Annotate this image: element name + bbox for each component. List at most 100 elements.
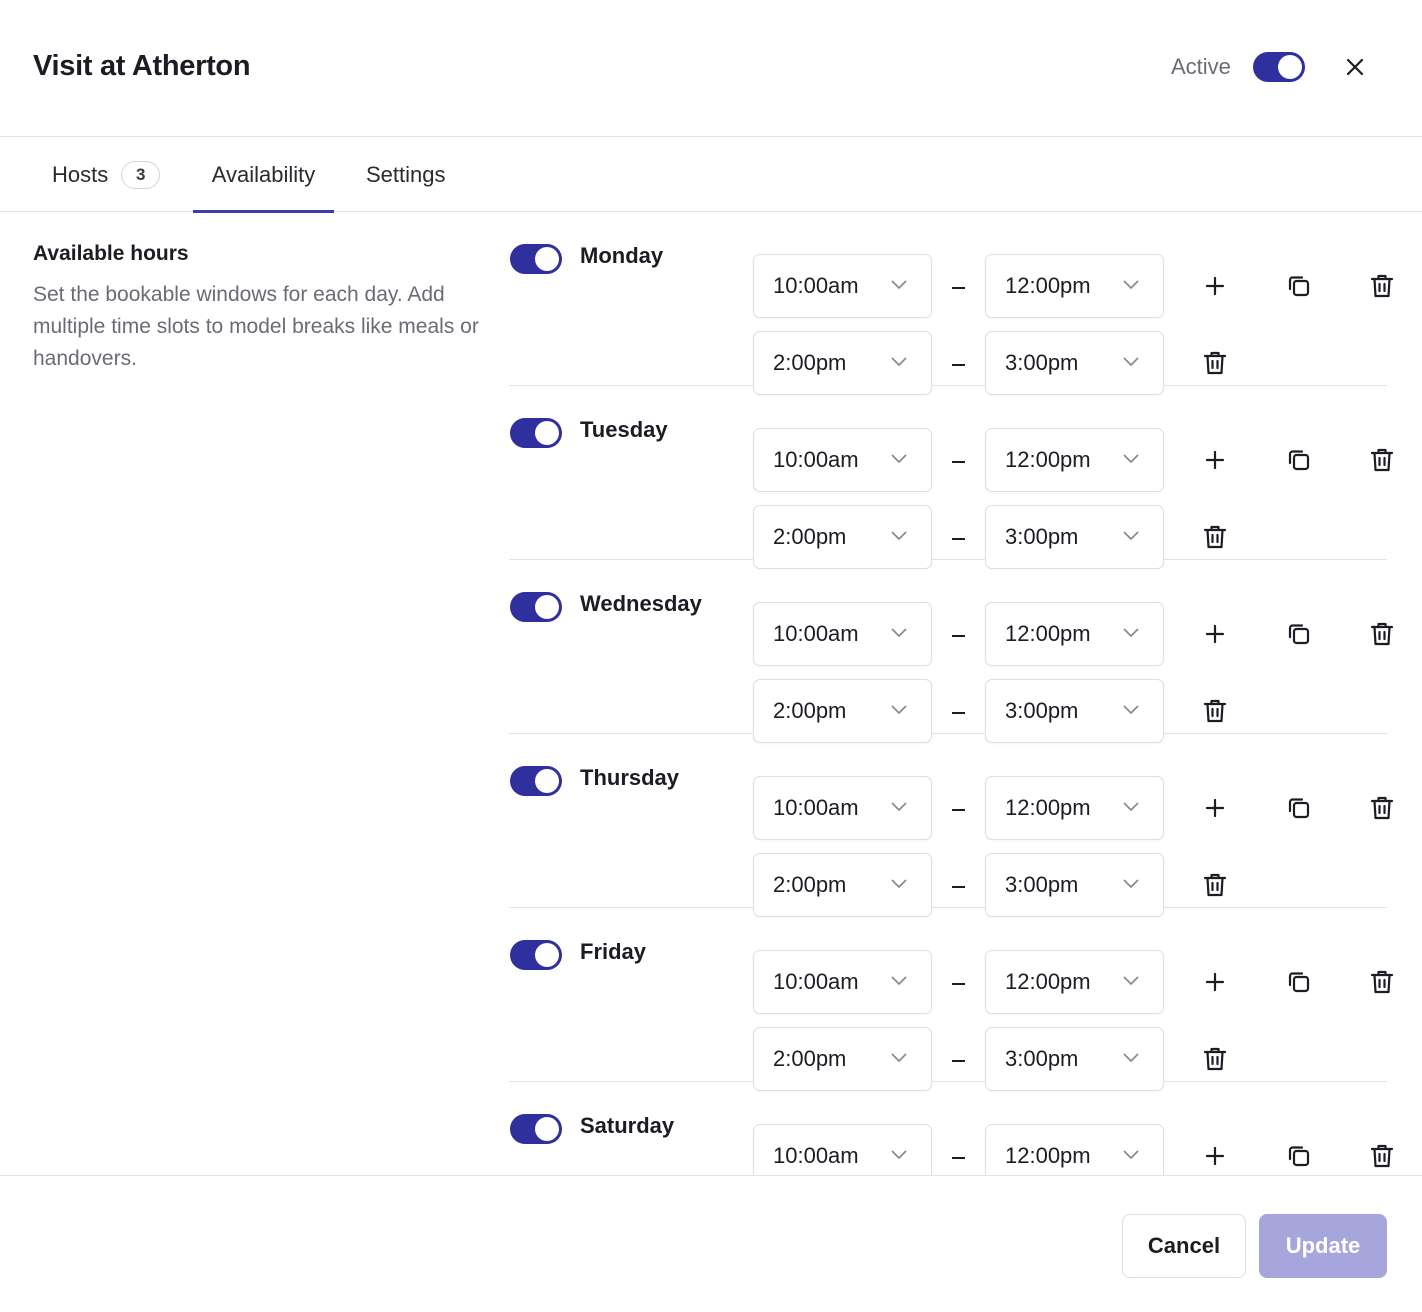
copy-day-button[interactable] — [1282, 965, 1316, 999]
start-time-value: 2:00pm — [773, 698, 847, 723]
day-toggle[interactable] — [510, 244, 562, 274]
close-icon — [1346, 58, 1364, 76]
chevron-down-icon — [1123, 976, 1139, 985]
day-name: Saturday — [580, 1113, 675, 1138]
day-name: Wednesday — [580, 591, 702, 616]
active-toggle[interactable] — [1253, 52, 1305, 82]
day-toggle[interactable] — [510, 940, 562, 970]
copy-day-button[interactable] — [1282, 791, 1316, 825]
day-toggle[interactable] — [510, 766, 562, 796]
start-time-select[interactable]: 10:00am — [753, 602, 932, 666]
end-time-select[interactable]: 12:00pm — [985, 776, 1164, 840]
modal-footer: Cancel Update — [0, 1175, 1422, 1312]
day-toggle[interactable] — [510, 418, 562, 448]
chevron-down-icon — [891, 280, 907, 289]
add-slot-button[interactable] — [1198, 443, 1232, 477]
toggle-knob — [535, 421, 559, 445]
tab-hosts[interactable]: Hosts 3 — [33, 137, 179, 212]
end-time-value: 12:00pm — [1005, 1143, 1091, 1168]
delete-day-button[interactable] — [1365, 791, 1399, 825]
end-time-select[interactable]: 12:00pm — [985, 950, 1164, 1014]
add-slot-button[interactable] — [1198, 617, 1232, 651]
modal-title: Visit at Atherton — [33, 50, 251, 82]
copy-day-button[interactable] — [1282, 269, 1316, 303]
copy-day-button[interactable] — [1282, 443, 1316, 477]
trash-icon — [1203, 699, 1227, 723]
delete-day-button[interactable] — [1365, 269, 1399, 303]
start-time-value: 10:00am — [773, 1143, 859, 1168]
chevron-down-icon — [891, 802, 907, 811]
trash-icon — [1370, 622, 1394, 646]
toggle-knob — [1278, 55, 1302, 79]
range-separator — [952, 1060, 965, 1062]
add-slot-button[interactable] — [1198, 269, 1232, 303]
chevron-down-icon — [891, 705, 907, 714]
chevron-down-icon — [891, 531, 907, 540]
day-name: Tuesday — [580, 417, 668, 442]
end-time-value: 3:00pm — [1005, 350, 1079, 375]
range-separator — [952, 364, 965, 366]
chevron-down-icon — [1123, 628, 1139, 637]
end-time-value: 12:00pm — [1005, 969, 1091, 994]
start-time-value: 2:00pm — [773, 524, 847, 549]
range-separator — [952, 1157, 965, 1159]
delete-slot-button[interactable] — [1198, 520, 1232, 554]
copy-day-button[interactable] — [1282, 617, 1316, 651]
end-time-select[interactable]: 12:00pm — [985, 254, 1164, 318]
range-separator — [952, 712, 965, 714]
tab-availability[interactable]: Availability — [193, 137, 334, 213]
chevron-down-icon — [1123, 802, 1139, 811]
delete-day-button[interactable] — [1365, 965, 1399, 999]
chevron-down-icon — [891, 357, 907, 366]
end-time-select[interactable]: 12:00pm — [985, 602, 1164, 666]
range-separator — [952, 635, 965, 637]
add-slot-button[interactable] — [1198, 965, 1232, 999]
delete-day-button[interactable] — [1365, 617, 1399, 651]
end-time-select[interactable]: 12:00pm — [985, 1124, 1164, 1175]
toggle-knob — [535, 247, 559, 271]
day-row-friday: Friday 10:00am 12:00pm 2:00pm 3:00pm — [509, 908, 1394, 1091]
chevron-down-icon — [891, 879, 907, 888]
start-time-select[interactable]: 10:00am — [753, 1124, 932, 1175]
chevron-down-icon — [891, 1150, 907, 1159]
add-slot-button[interactable] — [1198, 791, 1232, 825]
end-time-value: 3:00pm — [1005, 698, 1079, 723]
day-name: Thursday — [580, 765, 680, 790]
copy-icon — [1288, 450, 1310, 471]
day-row-thursday: Thursday 10:00am 12:00pm 2:00pm 3:00pm — [509, 734, 1394, 917]
chevron-down-icon — [1123, 1053, 1139, 1062]
day-toggle[interactable] — [510, 592, 562, 622]
start-time-value: 10:00am — [773, 273, 859, 298]
delete-slot-button[interactable] — [1198, 1042, 1232, 1076]
delete-slot-button[interactable] — [1198, 868, 1232, 902]
delete-slot-button[interactable] — [1198, 346, 1232, 380]
plus-icon — [1205, 624, 1225, 644]
chevron-down-icon — [1123, 531, 1139, 540]
start-time-select[interactable]: 10:00am — [753, 254, 932, 318]
trash-icon — [1370, 970, 1394, 994]
chevron-down-icon — [891, 454, 907, 463]
modal-header: Visit at Atherton Active — [0, 0, 1422, 137]
trash-icon — [1370, 448, 1394, 472]
delete-slot-button[interactable] — [1198, 694, 1232, 728]
end-time-value: 3:00pm — [1005, 872, 1079, 897]
section-description: Set the bookable windows for each day. A… — [33, 283, 479, 370]
cancel-button[interactable]: Cancel — [1122, 1214, 1246, 1278]
copy-icon — [1288, 276, 1310, 297]
chevron-down-icon — [891, 628, 907, 637]
add-slot-button[interactable] — [1198, 1139, 1232, 1173]
update-button[interactable]: Update — [1259, 1214, 1387, 1278]
start-time-select[interactable]: 10:00am — [753, 950, 932, 1014]
copy-day-button[interactable] — [1282, 1139, 1316, 1173]
close-button[interactable] — [1339, 51, 1371, 83]
start-time-select[interactable]: 10:00am — [753, 776, 932, 840]
delete-day-button[interactable] — [1365, 1139, 1399, 1173]
day-toggle[interactable] — [510, 1114, 562, 1144]
start-time-select[interactable]: 10:00am — [753, 428, 932, 492]
end-time-select[interactable]: 12:00pm — [985, 428, 1164, 492]
tab-settings[interactable]: Settings — [348, 137, 464, 212]
plus-icon — [1205, 450, 1225, 470]
delete-day-button[interactable] — [1365, 443, 1399, 477]
toggle-knob — [535, 943, 559, 967]
active-label: Active — [1171, 54, 1231, 79]
